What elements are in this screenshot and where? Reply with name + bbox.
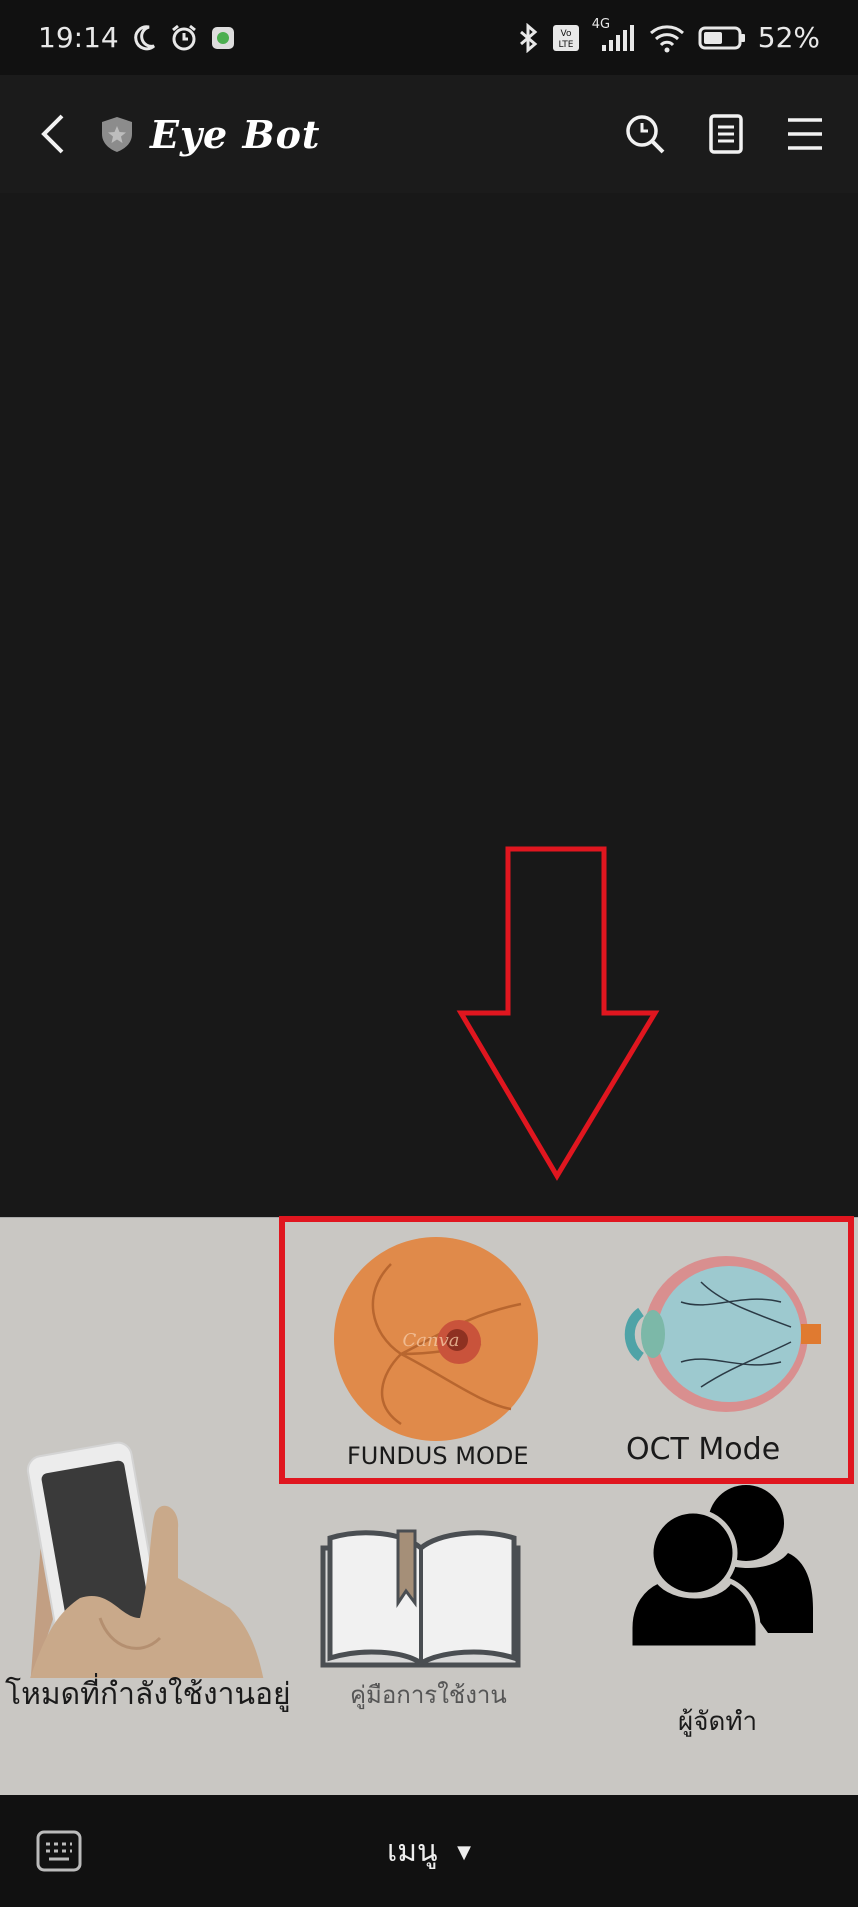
current-mode-label: โหมดที่กำลังใช้งานอยู่ — [5, 1677, 291, 1712]
app-bar: Eye Bot — [0, 75, 858, 193]
oct-mode-label: OCT Mode — [626, 1432, 781, 1467]
svg-text:LTE: LTE — [558, 40, 573, 50]
bluetooth-icon — [516, 22, 540, 53]
status-time: 19:14 — [38, 21, 119, 54]
alarm-icon — [169, 23, 199, 53]
menu-toggle-label[interactable]: เมนู — [387, 1834, 438, 1869]
eye-anatomy-icon — [624, 1256, 821, 1412]
creators-button[interactable]: ผู้จัดทำ — [600, 1483, 850, 1783]
rich-menu: โหมดที่กำลังใช้งานอยู่ Canva FUNDUS MODE — [0, 1216, 858, 1796]
chat-title: Eye Bot — [150, 111, 321, 157]
hamburger-menu-icon[interactable] — [786, 117, 824, 151]
official-account-shield-icon — [100, 115, 134, 153]
search-history-icon[interactable] — [624, 113, 666, 155]
menu-toggle[interactable]: เมนู ▼ — [0, 1828, 858, 1875]
volte-icon: Vo LTE — [552, 24, 580, 52]
user-manual-label: คู่มือการใช้งาน — [350, 1681, 507, 1709]
annotation-arrow-icon — [456, 846, 660, 1181]
creators-label: ผู้จัดทำ — [678, 1707, 758, 1737]
current-mode-button[interactable]: โหมดที่กำลังใช้งานอยู่ — [0, 1318, 291, 1778]
status-bar: 19:14 Vo LTE 4G 52% — [0, 0, 858, 75]
user-manual-button[interactable]: คู่มือการใช้งาน — [290, 1483, 570, 1783]
keyboard-icon[interactable] — [36, 1830, 82, 1872]
fundus-mode-label: FUNDUS MODE — [347, 1442, 529, 1470]
people-icon — [628, 1485, 813, 1651]
battery-percent: 52% — [757, 21, 820, 54]
notes-icon[interactable] — [708, 113, 744, 155]
caret-down-icon[interactable]: ▼ — [457, 1842, 471, 1863]
wifi-icon — [648, 23, 686, 53]
mode-highlight-box: Canva FUNDUS MODE OCT Mode — [279, 1216, 854, 1484]
app-notification-icon — [211, 26, 235, 50]
moon-icon — [131, 24, 157, 52]
open-book-icon — [320, 1529, 521, 1668]
oct-mode-button[interactable]: OCT Mode — [571, 1222, 853, 1478]
canva-watermark: Canva — [403, 1330, 460, 1351]
chat-area[interactable] — [0, 193, 858, 1217]
battery-icon — [698, 25, 746, 51]
fundus-retina-icon: Canva — [334, 1237, 538, 1441]
hand-phone-icon — [26, 1441, 264, 1678]
svg-text:Vo: Vo — [560, 29, 571, 39]
back-icon[interactable] — [38, 112, 68, 156]
network-type: 4G — [591, 16, 611, 32]
bottom-bar: เมนู ▼ — [0, 1795, 858, 1907]
fundus-mode-button[interactable]: Canva FUNDUS MODE — [285, 1222, 571, 1478]
signal-4g-icon: 4G — [592, 17, 636, 53]
